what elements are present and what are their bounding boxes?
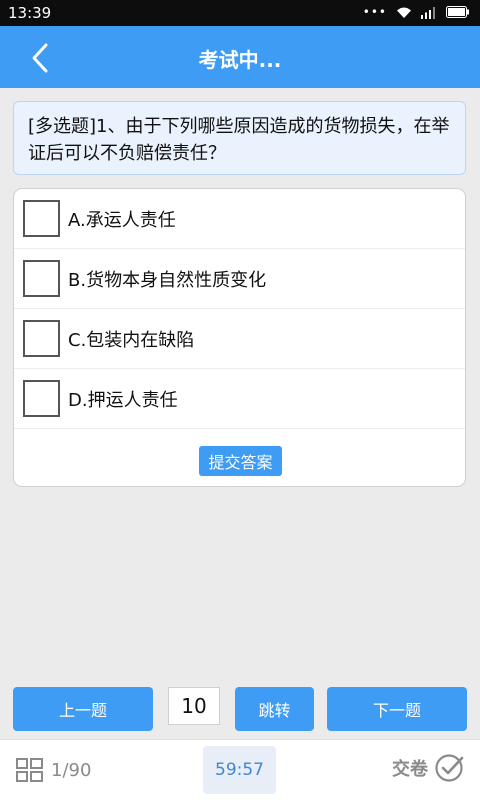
- check-circle-icon: [435, 754, 464, 782]
- options-card: A.承运人责任 B.货物本身自然性质变化 C.包装内在缺陷 D.押运人责任 提交…: [13, 188, 466, 487]
- dots-icon: •••: [362, 5, 387, 19]
- option-d[interactable]: D.押运人责任: [14, 369, 465, 429]
- hand-in-label: 交卷: [392, 759, 428, 780]
- option-c-label: C.包装内在缺陷: [68, 329, 195, 351]
- option-b-checkbox[interactable]: [23, 260, 60, 297]
- option-c[interactable]: C.包装内在缺陷: [14, 309, 465, 369]
- question-box: [多选题]1、由于下列哪些原因造成的货物损失，在举证后可以不负赔偿责任？: [13, 101, 466, 175]
- status-icons: •••: [363, 5, 470, 19]
- countdown-timer: 59:57: [203, 746, 276, 794]
- option-a-label: A.承运人责任: [68, 209, 176, 231]
- status-bar: 13:39 •••: [0, 0, 480, 26]
- next-question-button[interactable]: 下一题: [327, 687, 467, 731]
- grid-icon: [16, 758, 43, 782]
- signal-icon: [421, 6, 435, 19]
- option-a-checkbox[interactable]: [23, 200, 60, 237]
- option-b-label: B.货物本身自然性质变化: [68, 269, 267, 291]
- option-b[interactable]: B.货物本身自然性质变化: [14, 249, 465, 309]
- battery-icon: [446, 6, 469, 18]
- status-time: 13:39: [8, 4, 52, 22]
- option-d-label: D.押运人责任: [68, 389, 178, 411]
- page-title: 考试中...: [198, 48, 282, 72]
- submit-answer-button[interactable]: 提交答案: [199, 446, 282, 476]
- question-progress[interactable]: 1/90: [16, 758, 91, 782]
- bottom-bar: 1/90 59:57 交卷: [0, 739, 480, 800]
- hand-in-button[interactable]: 交卷: [392, 752, 466, 784]
- option-c-checkbox[interactable]: [23, 320, 60, 357]
- app-header: 考试中...: [0, 26, 480, 88]
- wifi-icon: [397, 7, 411, 18]
- prev-question-button[interactable]: 上一题: [13, 687, 153, 731]
- option-a[interactable]: A.承运人责任: [14, 189, 465, 249]
- jump-page-input[interactable]: [168, 687, 220, 725]
- question-text: [多选题]1、由于下列哪些原因造成的货物损失，在举证后可以不负赔偿责任？: [28, 116, 450, 164]
- option-d-checkbox[interactable]: [23, 380, 60, 417]
- jump-button[interactable]: 跳转: [235, 687, 314, 731]
- progress-text: 1/90: [51, 759, 92, 781]
